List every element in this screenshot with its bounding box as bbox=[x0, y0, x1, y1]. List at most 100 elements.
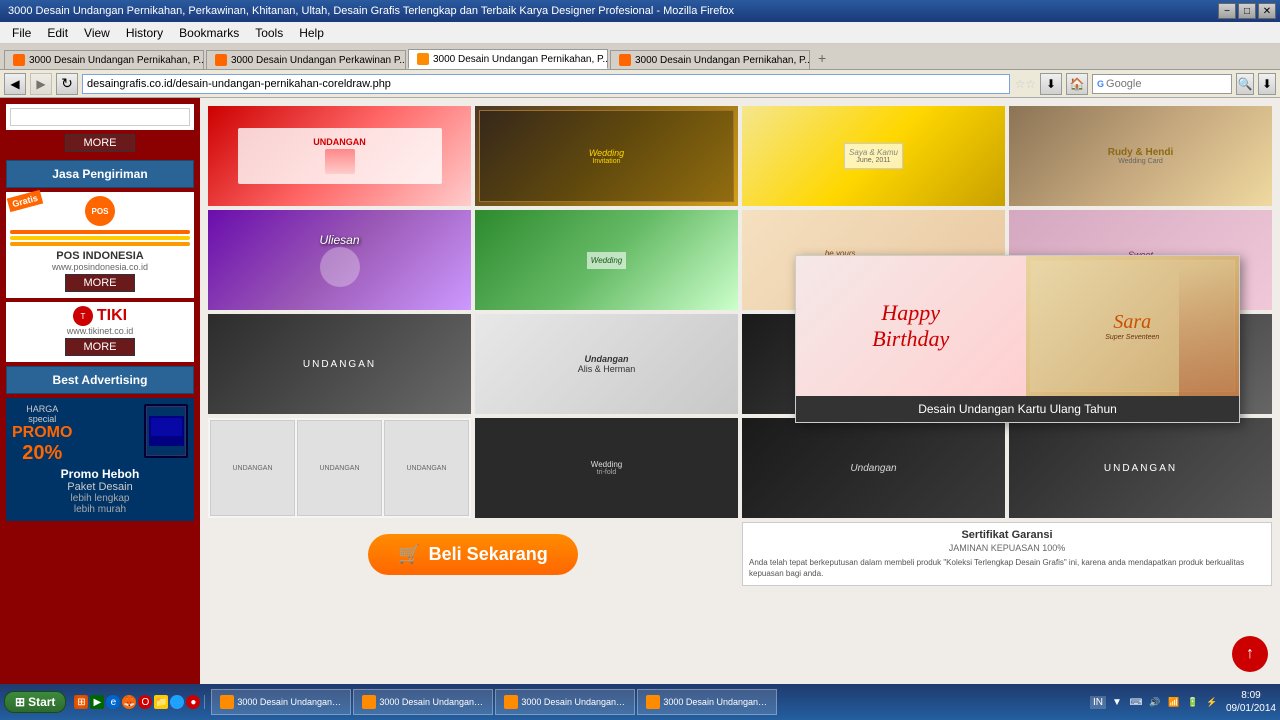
maximize-button[interactable]: □ bbox=[1238, 3, 1256, 19]
taskbar-folder-icon[interactable]: 📁 bbox=[154, 695, 168, 709]
pos-stripes bbox=[10, 230, 190, 246]
start-label: Start bbox=[28, 695, 55, 709]
tray-icon-network[interactable]: 📶 bbox=[1166, 694, 1182, 710]
tray-icon-sound[interactable]: 🔊 bbox=[1147, 694, 1163, 710]
window-title: 3000 Desain Undangan Pernikahan, Perkawi… bbox=[4, 5, 734, 17]
reload-button[interactable]: ↻ bbox=[56, 73, 78, 95]
minimize-button[interactable]: − bbox=[1218, 3, 1236, 19]
buy-button[interactable]: 🛒 Beli Sekarang bbox=[368, 534, 577, 575]
tab-4-label: 3000 Desain Undangan Pernikahan, P... bbox=[635, 55, 810, 66]
taskbar-item-4[interactable]: 3000 Desain Undangan Pernikahan, P... bbox=[637, 689, 777, 715]
tab-2[interactable]: 3000 Desain Undangan Perkawinan P... ✕ bbox=[206, 50, 406, 69]
menu-tools[interactable]: Tools bbox=[247, 24, 291, 42]
grid-image-10[interactable]: Undangan Alis & Herman bbox=[475, 314, 738, 414]
taskbar-red-icon[interactable]: ● bbox=[186, 695, 200, 709]
tab-favicon-3 bbox=[417, 53, 429, 65]
pos-sub: www.posindonesia.co.id bbox=[10, 262, 190, 272]
taskbar-item-2[interactable]: 3000 Desain Undangan Pernikahan, P... bbox=[353, 689, 493, 715]
close-button[interactable]: ✕ bbox=[1258, 3, 1276, 19]
promo-ad[interactable]: HARGA special PROMO 20% Promo Heboh Pake… bbox=[6, 398, 194, 521]
back-button[interactable]: ◀ bbox=[4, 73, 26, 95]
tray-icon-power[interactable]: ⚡ bbox=[1204, 694, 1220, 710]
tray-icon-1[interactable]: ▼ bbox=[1109, 694, 1125, 710]
promo-title: Promo Heboh bbox=[12, 467, 188, 481]
sidebar-input-wrap bbox=[6, 104, 194, 130]
sidebar-more-btn-3[interactable]: MORE bbox=[65, 338, 135, 356]
bookmark-stars[interactable]: ☆☆ bbox=[1014, 77, 1036, 91]
taskbar-network-icon[interactable]: 🌐 bbox=[170, 695, 184, 709]
search-input[interactable] bbox=[1106, 78, 1206, 90]
grid-image-4[interactable]: Rudy & Hendi Wedding Card bbox=[1009, 106, 1272, 206]
tray-icon-keyboard[interactable]: ⌨ bbox=[1128, 694, 1144, 710]
buy-label: Beli Sekarang bbox=[429, 544, 548, 565]
tab-3-label: 3000 Desain Undangan Pernikahan, P... bbox=[433, 54, 608, 65]
promo-percent: 20% bbox=[12, 442, 72, 465]
tiki-logo: TIKI bbox=[97, 307, 127, 325]
menu-file[interactable]: File bbox=[4, 24, 39, 42]
taskbar: ⊞ Start ⊞ ▶ e 🦊 O 📁 🌐 ● 3000 Desain Unda… bbox=[0, 684, 1280, 720]
menu-view[interactable]: View bbox=[76, 24, 118, 42]
address-input[interactable] bbox=[87, 78, 1005, 90]
taskbar-ie-icon[interactable]: e bbox=[106, 695, 120, 709]
sertifikat-sub: JAMINAN KEPUASAN 100% bbox=[749, 543, 1265, 553]
promo-harga: HARGA bbox=[12, 404, 72, 414]
tray-icon-battery[interactable]: 🔋 bbox=[1185, 694, 1201, 710]
taskbar-windows-icon[interactable]: ⊞ bbox=[74, 695, 88, 709]
tab-bar: 3000 Desain Undangan Pernikahan, P... ✕ … bbox=[0, 44, 1280, 70]
grid-image-16[interactable]: UNDANGAN bbox=[1009, 418, 1272, 518]
menu-edit[interactable]: Edit bbox=[39, 24, 76, 42]
taskbar-clock[interactable]: 8:09 09/01/2014 bbox=[1226, 689, 1276, 715]
jasa-pengiriman-banner: Jasa Pengiriman bbox=[6, 160, 194, 188]
new-tab-button[interactable]: + bbox=[812, 47, 832, 69]
menu-bar: File Edit View History Bookmarks Tools H… bbox=[0, 22, 1280, 44]
tooltip-overlay[interactable]: HappyBirthday Sara Super Seventeen Desai… bbox=[795, 255, 1240, 423]
menu-help[interactable]: Help bbox=[291, 24, 332, 42]
grid-image-1[interactable]: UNDANGAN bbox=[208, 106, 471, 206]
search-button[interactable]: 🔍 bbox=[1236, 73, 1254, 95]
bookmark-star-button[interactable]: ⬇ bbox=[1258, 73, 1276, 95]
address-input-wrap[interactable] bbox=[82, 74, 1010, 94]
taskbar-firefox-icon[interactable]: 🦊 bbox=[122, 695, 136, 709]
tooltip-img-right: Sara Super Seventeen bbox=[1026, 256, 1240, 396]
taskbar-item-1-label: 3000 Desain Undangan Pernikahan, P... bbox=[237, 697, 342, 707]
menu-bookmarks[interactable]: Bookmarks bbox=[171, 24, 247, 42]
sidebar-search-input[interactable] bbox=[10, 108, 190, 126]
grid-image-15[interactable]: Undangan bbox=[742, 418, 1005, 518]
grid-image-14[interactable]: Wedding tri-fold bbox=[475, 418, 738, 518]
grid-image-13[interactable]: UNDANGAN UNDANGAN UNDANGAN bbox=[208, 418, 471, 518]
sertifikat-section: Sertifikat Garansi JAMINAN KEPUASAN 100%… bbox=[742, 522, 1272, 586]
tab-favicon-2 bbox=[215, 54, 227, 66]
tiki-ad[interactable]: T TIKI www.tikinet.co.id MORE bbox=[6, 302, 194, 362]
taskbar-item-3[interactable]: 3000 Desain Undangan Perkawinan P... bbox=[495, 689, 635, 715]
sidebar-more-btn-2[interactable]: MORE bbox=[65, 274, 135, 292]
tab-1[interactable]: 3000 Desain Undangan Pernikahan, P... ✕ bbox=[4, 50, 204, 69]
tab-3[interactable]: 3000 Desain Undangan Pernikahan, P... ✕ bbox=[408, 49, 608, 69]
best-advertising-banner: Best Advertising bbox=[6, 366, 194, 394]
clock-time: 8:09 bbox=[1226, 689, 1276, 702]
search-wrap[interactable]: G bbox=[1092, 74, 1232, 94]
grid-image-6[interactable]: Wedding bbox=[475, 210, 738, 310]
download-button[interactable]: ⬇ bbox=[1040, 73, 1062, 95]
menu-history[interactable]: History bbox=[118, 24, 171, 42]
windows-logo: ⊞ bbox=[15, 695, 25, 709]
grid-image-9[interactable]: UNDANGAN bbox=[208, 314, 471, 414]
promo-subtitle: Paket Desain bbox=[12, 481, 188, 493]
pos-name: POS INDONESIA bbox=[10, 250, 190, 262]
grid-image-3[interactable]: Saya & Kamu June, 2011 bbox=[742, 106, 1005, 206]
sidebar-more-btn-1[interactable]: MORE bbox=[65, 134, 135, 152]
sys-tray: IN ▼ ⌨ 🔊 📶 🔋 ⚡ bbox=[1090, 694, 1220, 710]
taskbar-media-icon[interactable]: ▶ bbox=[90, 695, 104, 709]
pos-indonesia-ad[interactable]: Gratis POS POS INDONESIA www.posindonesi… bbox=[6, 192, 194, 298]
taskbar-item-1-icon bbox=[220, 695, 234, 709]
forward-button[interactable]: ▶ bbox=[30, 73, 52, 95]
tab-favicon-4 bbox=[619, 54, 631, 66]
tab-4[interactable]: 3000 Desain Undangan Pernikahan, P... ✕ bbox=[610, 50, 810, 69]
grid-image-5[interactable]: Uliesan bbox=[208, 210, 471, 310]
taskbar-item-1[interactable]: 3000 Desain Undangan Pernikahan, P... bbox=[211, 689, 351, 715]
start-button[interactable]: ⊞ Start bbox=[4, 691, 66, 713]
taskbar-opera-icon[interactable]: O bbox=[138, 695, 152, 709]
home-button[interactable]: 🏠 bbox=[1066, 73, 1088, 95]
back-to-top-button[interactable]: ↑ bbox=[1232, 636, 1268, 672]
window-controls: − □ ✕ bbox=[1218, 3, 1276, 19]
grid-image-2[interactable]: Wedding Invitation bbox=[475, 106, 738, 206]
